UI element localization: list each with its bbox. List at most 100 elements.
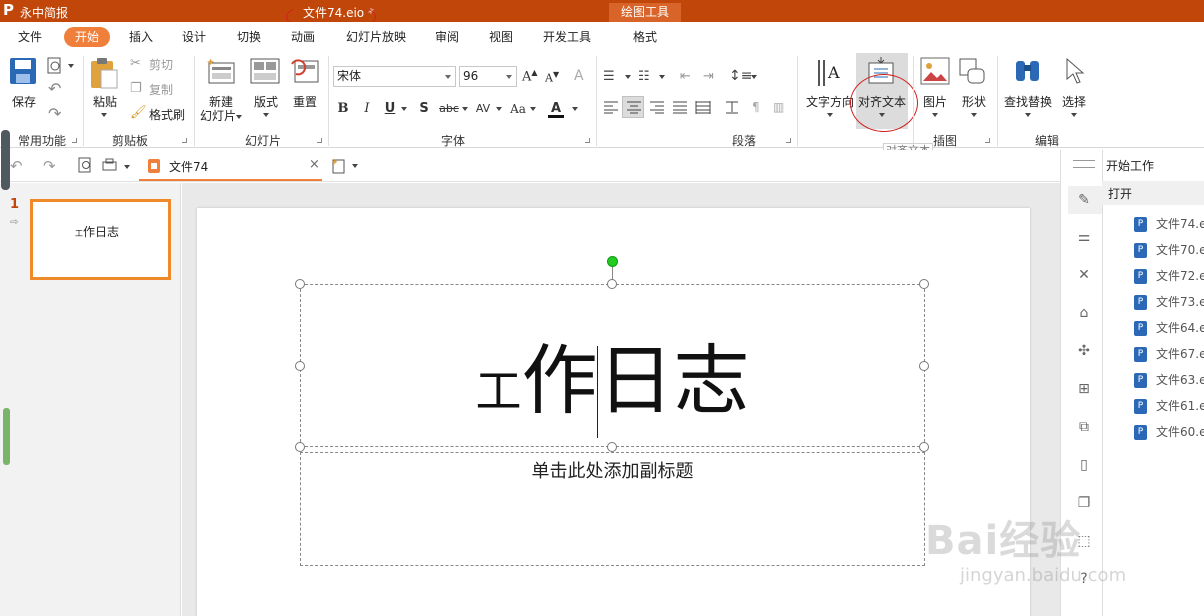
resize-handle[interactable] [607,442,617,452]
columns-icon[interactable]: ▥ [773,100,784,114]
align-left-icon[interactable] [603,100,619,114]
chevron-down-icon[interactable] [462,107,468,111]
chevron-down-icon[interactable] [263,113,269,117]
binoculars-icon[interactable] [1013,57,1043,85]
char-spacing-icon[interactable]: AV [474,100,492,118]
subtitle-placeholder-text[interactable]: 单击此处添加副标题 [300,457,925,483]
save-icon[interactable] [9,57,37,85]
line-spacing-icon[interactable]: ↕≡ [729,68,752,84]
recent-file[interactable]: P 文件63.e [1134,371,1204,389]
decrease-indent-icon[interactable]: ⇤ [680,69,691,84]
reset-icon[interactable] [290,58,320,84]
justify-icon[interactable] [672,100,688,114]
drawing-tools-context-tab[interactable]: 绘图工具 [609,3,681,22]
chevron-down-icon[interactable] [530,107,536,111]
grid-icon[interactable]: ⊞ [1076,381,1092,397]
cut-button[interactable]: 剪切 [149,58,173,72]
dialog-launcher-icon[interactable] [786,138,791,143]
chevron-down-icon[interactable] [1071,113,1077,117]
change-case-icon[interactable]: Aa [509,100,527,118]
copy-icon[interactable]: ❐ [130,81,142,96]
distribute-icon[interactable] [695,100,711,114]
rotation-handle[interactable] [607,256,618,267]
shape-button[interactable]: 形状 [959,95,989,109]
resize-handle[interactable] [919,442,929,452]
find-replace-button[interactable]: 查找替换 [1002,95,1054,109]
recent-file[interactable]: P 文件70.e [1134,241,1204,259]
chevron-down-icon[interactable] [68,64,74,68]
recent-file[interactable]: P 文件60.e [1134,423,1204,441]
chevron-down-icon[interactable] [401,107,407,111]
text-box-icon[interactable] [724,100,740,114]
pencil-icon[interactable]: ✎ [1076,192,1092,208]
underline-icon[interactable]: U [382,100,398,118]
undo-icon[interactable]: ↶ [48,79,61,98]
recent-file[interactable]: P 文件67.e [1134,345,1204,363]
animation-icon[interactable]: ✣ [1076,343,1092,359]
italic-icon[interactable]: I [360,100,374,118]
print-preview-icon[interactable] [46,57,64,75]
font-name-select[interactable]: 宋体 [333,66,456,87]
chevron-down-icon[interactable] [1025,113,1031,117]
tab-review[interactable]: 审阅 [428,27,466,47]
close-icon[interactable]: × [309,157,320,172]
tab-design[interactable]: 设计 [175,27,213,47]
resize-handle[interactable] [295,442,305,452]
shrink-font-icon[interactable]: A▼ [545,70,559,85]
align-right-icon[interactable] [649,100,665,114]
brush-icon[interactable]: ⌂ [1076,305,1092,321]
print-preview-icon[interactable] [78,157,94,174]
chevron-down-icon[interactable] [879,113,885,117]
resize-handle[interactable] [295,279,305,289]
undo-icon[interactable]: ↶ [10,157,23,175]
tab-view[interactable]: 视图 [482,27,520,47]
tab-home[interactable]: 开始 [64,27,110,47]
copy-button[interactable]: 复制 [149,83,173,97]
chevron-down-icon[interactable] [751,75,757,79]
bold-icon[interactable]: B [336,100,350,118]
chevron-down-icon[interactable] [659,75,665,79]
text-direction-icon[interactable]: A [815,58,845,88]
chevron-down-icon[interactable] [124,165,130,169]
font-color-icon[interactable]: A [548,100,564,118]
picture-button[interactable]: 图片 [920,95,950,109]
chevron-down-icon[interactable] [932,113,938,117]
tab-insert[interactable]: 插入 [122,27,160,47]
tab-format[interactable]: 格式 [626,27,664,47]
dialog-launcher-icon[interactable] [585,138,590,143]
numbering-icon[interactable]: ☷ [638,69,650,84]
tab-developer[interactable]: 开发工具 [539,27,595,47]
select-button[interactable]: 选择 [1060,95,1088,109]
tab-file[interactable]: 文件 [11,27,49,47]
shadow-icon[interactable]: S [417,100,431,118]
tab-slideshow[interactable]: 幻灯片放映 [342,27,410,47]
paste-icon[interactable] [88,56,120,90]
resize-handle[interactable] [919,361,929,371]
align-text-button[interactable]: 对齐文本 [856,95,908,109]
cut-icon[interactable]: ✂ [130,56,141,71]
resize-handle[interactable] [607,279,617,289]
clipboard-icon[interactable]: ▯ [1076,457,1092,473]
zoom-slider[interactable] [3,408,10,465]
tab-animation[interactable]: 动画 [284,27,322,47]
cursor-icon[interactable] [1064,57,1088,85]
new-slide-icon[interactable]: ✦ [206,57,236,85]
side-handle[interactable] [1,130,10,190]
increase-indent-icon[interactable]: ⇥ [703,69,714,84]
chevron-down-icon[interactable] [827,113,833,117]
redo-icon[interactable]: ↷ [43,157,56,175]
dialog-launcher-icon[interactable] [985,138,990,143]
menu-icon[interactable] [1073,160,1095,168]
format-painter-button[interactable]: 格式刷 [149,108,185,122]
layout-button[interactable]: 版式 [252,95,280,109]
recent-file[interactable]: P 文件74.e [1134,215,1204,233]
image-icon[interactable]: ⧉ [1076,419,1092,435]
dialog-launcher-icon[interactable] [317,138,322,143]
chevron-down-icon[interactable] [101,113,107,117]
print-icon[interactable] [102,158,118,173]
slide-title[interactable]: 工作日志 [300,336,925,436]
new-document-icon[interactable]: ✦ [331,157,347,174]
recent-file[interactable]: P 文件61.e [1134,397,1204,415]
chevron-down-icon[interactable] [352,164,358,168]
text-direction-button[interactable]: 文字方向 [805,95,855,109]
